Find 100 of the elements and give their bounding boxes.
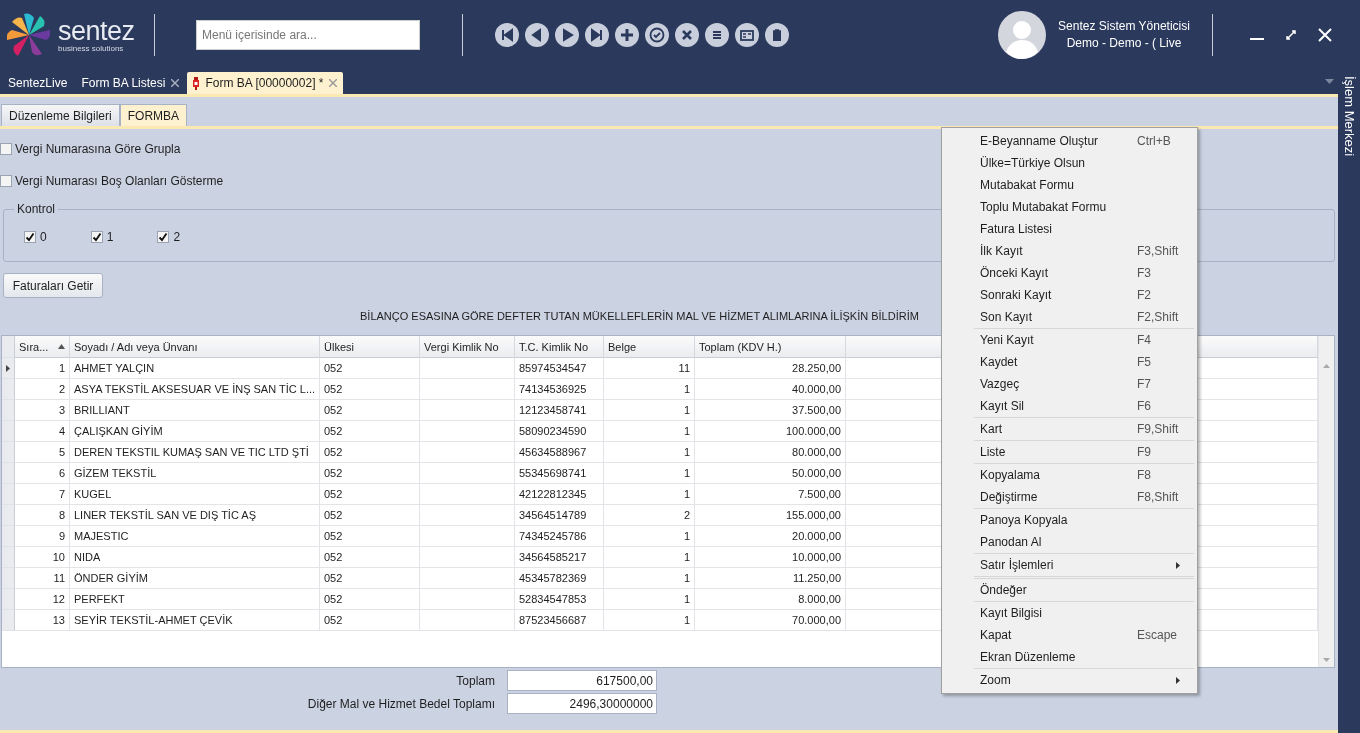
menu-item[interactable]: Panodan Al <box>974 531 1194 553</box>
table-cell: 1 <box>604 547 695 568</box>
table-cell: 12123458741 <box>515 400 604 421</box>
table-cell: BRILLIANT <box>70 400 320 421</box>
tab[interactable]: Form BA [00000002] * <box>187 72 344 94</box>
table-cell: 8 <box>15 505 70 526</box>
close-icon[interactable] <box>171 79 180 87</box>
column-header[interactable]: Soyadı / Adı veya Ünvanı <box>70 336 320 358</box>
menu-item[interactable]: Önceki Kayıt F3 <box>974 262 1194 284</box>
play-icon[interactable] <box>555 23 579 47</box>
menu-item[interactable]: Yeni Kayıt F4 <box>974 329 1194 351</box>
submenu-arrow-icon <box>1176 561 1180 569</box>
menu-item[interactable]: Toplu Mutabakat Formu <box>974 196 1194 218</box>
table-cell: 052 <box>320 505 420 526</box>
checkbox-label: Vergi Numarası Boş Olanları Gösterme <box>15 174 224 188</box>
checkbox[interactable] <box>24 231 36 243</box>
total-field[interactable]: 2496,30000000 <box>507 693 657 714</box>
add-icon[interactable] <box>615 23 639 47</box>
check-circle-icon[interactable] <box>645 23 669 47</box>
table-cell: 1 <box>604 379 695 400</box>
menu-item[interactable]: Satır İşlemleri <box>974 554 1194 576</box>
table-cell: 50.000,00 <box>695 463 846 484</box>
table-cell: 9 <box>15 526 70 547</box>
table-cell: 10.000,00 <box>695 547 846 568</box>
tab[interactable]: FORMBA <box>119 104 188 126</box>
menu-item[interactable]: Panoya Kopyala <box>974 509 1194 531</box>
table-cell: 052 <box>320 568 420 589</box>
search-field[interactable]: Menü içerisinde ara... <box>196 20 420 50</box>
menu-item[interactable]: Ekran Düzenleme <box>974 646 1194 668</box>
column-header[interactable]: Sıra... <box>15 336 70 358</box>
column-header[interactable]: Ülkesi <box>320 336 420 358</box>
table-cell: 052 <box>320 589 420 610</box>
menu-item[interactable]: Kaydet F5 <box>974 351 1194 373</box>
table-cell: SEYİR TEKSTİL-AHMET ÇEVİK <box>70 610 320 631</box>
card-icon[interactable] <box>735 23 759 47</box>
table-cell: 11 <box>604 358 695 379</box>
logo-name: sentez <box>58 17 135 44</box>
table-cell: 100.000,00 <box>695 421 846 442</box>
tab[interactable]: SentezLive <box>2 72 74 94</box>
close-icon[interactable] <box>675 23 699 47</box>
table-cell: 74345245786 <box>515 526 604 547</box>
menu-item[interactable]: Kayıt Bilgisi <box>974 602 1194 624</box>
menu-item[interactable]: Fatura Listesi <box>974 218 1194 240</box>
list-icon[interactable] <box>705 23 729 47</box>
previous-icon[interactable] <box>525 23 549 47</box>
menu-item[interactable]: Son Kayıt F2,Shift <box>974 306 1194 328</box>
column-header[interactable]: Vergi Kimlik No <box>420 336 515 358</box>
report-title: BİLANÇO ESASINA GÖRE DEFTER TUTAN MÜKELLEFLERİN MAL VE HİZMET ALIMLARINA İLİŞKİN BİLDİRİM <box>360 310 919 322</box>
skip-back-icon[interactable] <box>495 23 519 47</box>
menu-item[interactable]: Mutabakat Formu <box>974 174 1194 196</box>
total-field[interactable]: 617500,00 <box>507 670 657 691</box>
fetch-button[interactable]: Faturaları Getir <box>3 273 103 298</box>
menu-item[interactable]: Öndeğer <box>974 579 1194 601</box>
table-cell: 1 <box>604 484 695 505</box>
menu-item[interactable]: Değiştirme F8,Shift <box>974 486 1194 508</box>
checkbox[interactable] <box>0 175 12 187</box>
avatar-icon[interactable] <box>998 11 1046 59</box>
total-label: Diğer Mal ve Hizmet Bedel Toplamı <box>306 696 495 711</box>
checkbox[interactable] <box>90 231 103 243</box>
checkbox[interactable] <box>0 143 12 155</box>
restore-icon[interactable] <box>1283 27 1299 43</box>
checkbox-label: Vergi Numarasına Göre Grupla <box>15 142 181 156</box>
menu-item[interactable]: Kart F9,Shift <box>974 418 1194 440</box>
dropdown-caret-icon[interactable] <box>1325 79 1334 85</box>
table-cell: 052 <box>320 526 420 547</box>
table-cell: 40.000,00 <box>695 379 846 400</box>
table-cell: NIDA <box>70 547 320 568</box>
table-cell: 45345782369 <box>515 568 604 589</box>
menu-item[interactable]: Liste F9 <box>974 441 1194 463</box>
table-cell: 155.000,00 <box>695 505 846 526</box>
menu-item[interactable]: Kapat Escape <box>974 624 1194 646</box>
trash-icon[interactable] <box>765 23 789 47</box>
column-header[interactable]: Toplam (KDV H.) <box>695 336 846 358</box>
menu-item[interactable]: Sonraki Kayıt F2 <box>974 284 1194 306</box>
menu-item[interactable]: Vazgeç F7 <box>974 373 1194 395</box>
row-header[interactable] <box>2 358 15 379</box>
menu-item[interactable]: Kayıt Sil F6 <box>974 395 1194 417</box>
menu-item[interactable]: Zoom <box>974 669 1194 691</box>
total-label: Toplam <box>455 673 495 688</box>
table-cell: 052 <box>320 610 420 631</box>
menu-item[interactable]: Kopyalama F8 <box>974 464 1194 486</box>
menu-item[interactable]: Ülke=Türkiye Olsun <box>974 152 1194 174</box>
tab[interactable]: Düzenleme Bilgileri <box>1 104 120 126</box>
checkbox[interactable] <box>157 231 170 243</box>
side-panel[interactable]: İşlem Merkezi <box>1338 70 1360 733</box>
table-cell: 80.000,00 <box>695 442 846 463</box>
table-cell: 45634588967 <box>515 442 604 463</box>
skip-forward-icon[interactable] <box>585 23 609 47</box>
document-icon <box>193 76 200 90</box>
tab[interactable]: Form BA Listesi <box>75 72 186 94</box>
table-cell: 58090234590 <box>515 421 604 442</box>
menu-item[interactable]: İlk Kayıt F3,Shift <box>974 240 1194 262</box>
table-cell: 11 <box>15 568 70 589</box>
table-cell: 55345698741 <box>515 463 604 484</box>
menu-item[interactable]: E-Beyanname Oluştur Ctrl+B <box>974 130 1194 152</box>
checkbox-label: 0 <box>40 230 47 244</box>
column-header[interactable]: T.C. Kimlik No <box>515 336 604 358</box>
table-cell: 10 <box>15 547 70 568</box>
column-header[interactable]: Belge <box>604 336 695 358</box>
table-cell: 1 <box>15 358 70 379</box>
